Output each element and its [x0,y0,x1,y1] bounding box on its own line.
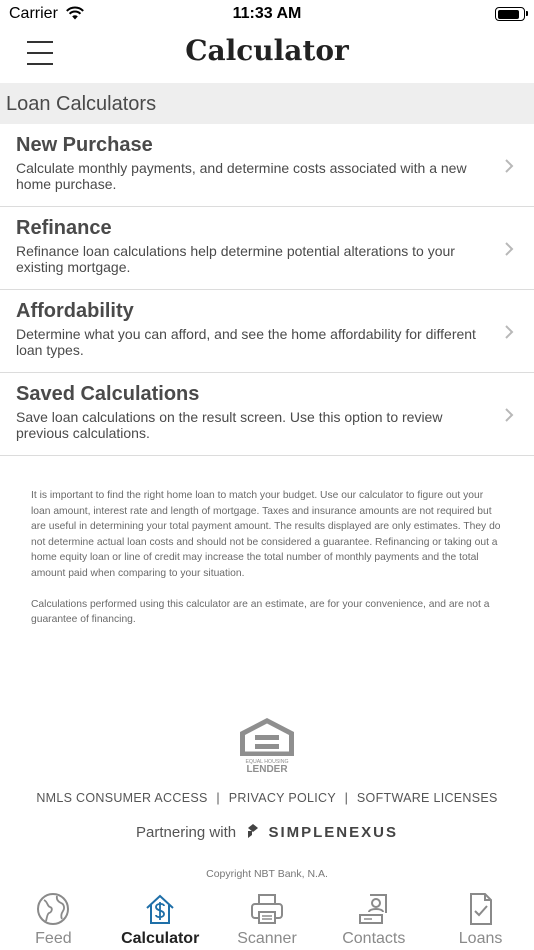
list-item-title: Refinance [16,217,112,239]
navigation-bar: Calculator [0,30,534,82]
tab-contacts[interactable]: Contacts [320,888,427,950]
globe-icon [37,893,70,925]
list-item-saved-calculations[interactable]: Saved Calculations Save loan calculation… [0,373,534,456]
list-item-description: Save loan calculations on the result scr… [16,409,443,441]
nmls-consumer-access-link[interactable]: NMLS CONSUMER ACCESS [36,791,207,805]
copyright-text: Copyright NBT Bank, N.A. [206,868,328,880]
partner-brand: SIMPLENEXUS [268,824,398,841]
battery-level [497,9,520,19]
chevron-right-icon [505,159,514,173]
partner-credit: Partnering with SIMPLENEXUS [0,823,534,841]
list-item-affordability[interactable]: Affordability Determine what you can aff… [0,290,534,373]
tab-feed[interactable]: Feed [0,888,107,950]
tab-loans[interactable]: Loans [427,888,534,950]
chevron-right-icon [505,242,514,256]
battery-icon [495,7,528,21]
section-header: Loan Calculators [0,83,534,124]
list-item-title: Saved Calculations [16,383,200,405]
tab-label: Contacts [342,930,406,947]
svg-text:LENDER: LENDER [246,764,288,773]
disclaimer-paragraph: Calculations performed using this calcul… [31,598,490,626]
link-separator: | [344,791,349,805]
software-licenses-link[interactable]: SOFTWARE LICENSES [357,791,498,805]
tab-calculator[interactable]: Calculator [107,888,214,950]
status-time: 11:33 AM [232,5,302,22]
disclaimer-paragraph: It is important to find the right home l… [31,490,501,579]
footer-links: NMLS CONSUMER ACCESS | PRIVACY POLICY | … [0,791,534,805]
tab-label: Feed [35,930,72,947]
section-header-label: Loan Calculators [6,93,157,115]
page-title: Calculator [185,34,349,67]
printer-icon [250,894,283,924]
list-item-new-purchase[interactable]: New Purchase Calculate monthly payments,… [0,124,534,207]
tab-scanner[interactable]: Scanner [214,888,321,950]
link-separator: | [216,791,220,805]
list-item-description: Refinance loan calculations help determi… [16,243,455,275]
chevron-right-icon [505,408,514,422]
list-item-description: Determine what you can afford, and see t… [16,326,476,358]
list-item-title: New Purchase [16,134,153,156]
list-item-description: Calculate monthly payments, and determin… [16,160,467,192]
house-dollar-icon [146,894,174,924]
calculator-list: New Purchase Calculate monthly payments,… [0,124,534,456]
tab-label: Calculator [121,930,200,947]
tab-bar: Feed Calculator Scanner Contacts Loans [0,888,534,950]
status-bar: Carrier 11:33 AM [0,0,534,30]
equal-housing-lender-logo: EQUAL HOUSING LENDER [240,718,294,773]
privacy-policy-link[interactable]: PRIVACY POLICY [229,791,336,805]
simplenexus-logo-icon [248,824,259,838]
chevron-right-icon [505,325,514,339]
partner-prefix: Partnering with [136,824,237,841]
tab-label: Scanner [237,930,297,947]
document-check-icon [469,893,492,925]
disclaimer-text: It is important to find the right home l… [31,488,505,628]
list-item-refinance[interactable]: Refinance Refinance loan calculations he… [0,207,534,290]
tab-label: Loans [458,930,503,947]
list-item-title: Affordability [16,300,134,322]
contacts-icon [358,894,387,924]
